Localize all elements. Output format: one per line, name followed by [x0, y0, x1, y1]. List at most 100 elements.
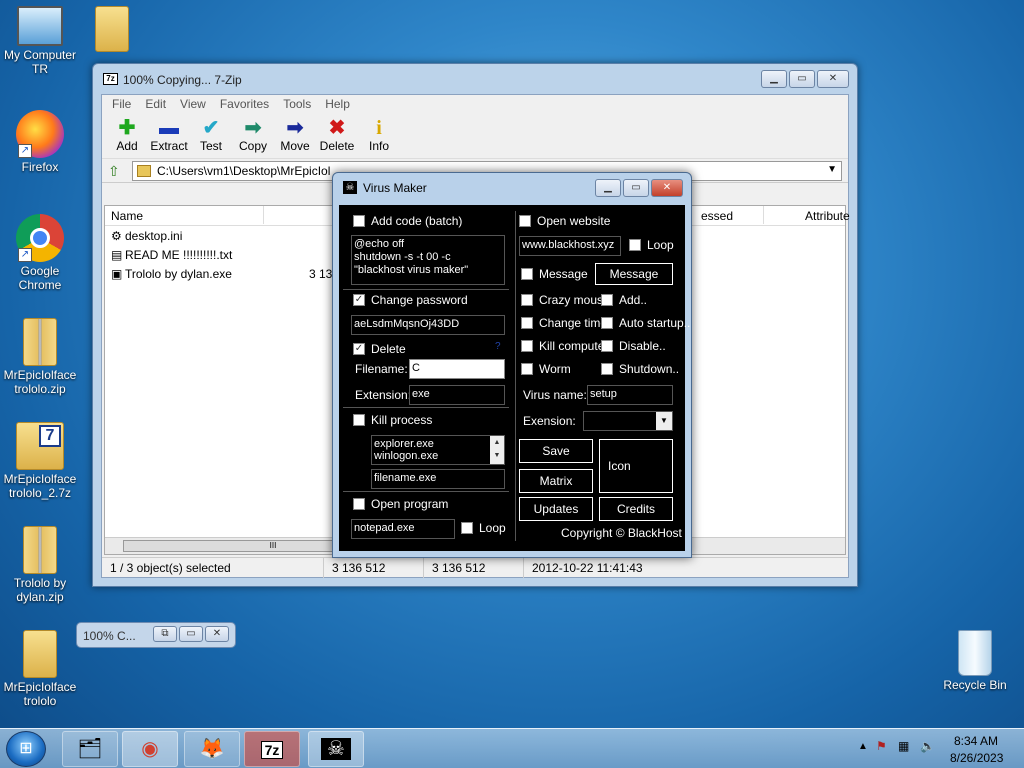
- add-checkbox[interactable]: [601, 294, 613, 306]
- menu-view[interactable]: View: [174, 95, 214, 113]
- window-title: Virus Maker: [363, 181, 427, 195]
- kill-filename-input[interactable]: filename.exe: [371, 469, 505, 489]
- volume-icon[interactable]: 🔈: [920, 739, 935, 753]
- desktop-icon-folder-trololo[interactable]: MrEpicIolface trololo: [0, 630, 80, 708]
- process-list[interactable]: explorer.exe winlogon.exe ▲ ▼: [371, 435, 505, 465]
- add-code-checkbox[interactable]: [353, 215, 365, 227]
- dropdown-icon[interactable]: ▼: [827, 164, 837, 175]
- title-bar[interactable]: 7z 100% Copying... 7-Zip ▁ ▭ ✕: [93, 64, 857, 94]
- extension-input[interactable]: exe: [409, 385, 505, 405]
- auto-startup-label: Auto startup..: [619, 316, 691, 330]
- kill-process-checkbox[interactable]: [353, 414, 365, 426]
- shutdown-checkbox[interactable]: [601, 363, 613, 375]
- test-button[interactable]: ✔ Test: [190, 113, 232, 158]
- network-icon[interactable]: ▦: [898, 739, 909, 753]
- column-name[interactable]: Name: [111, 209, 143, 223]
- taskbar-explorer[interactable]: 🗂: [62, 731, 118, 767]
- up-folder-icon[interactable]: ⇧: [108, 163, 120, 180]
- delete-checkbox[interactable]: ✓: [353, 343, 365, 355]
- maximize-button[interactable]: ▭: [789, 70, 815, 88]
- virus-name-input[interactable]: setup: [587, 385, 673, 405]
- minimize-button[interactable]: ▁: [595, 179, 621, 197]
- extract-label: Extract: [150, 139, 188, 153]
- menu-favorites[interactable]: Favorites: [214, 95, 277, 113]
- desktop-icon-zip-dylan[interactable]: Trololo by dylan.zip: [0, 526, 80, 604]
- desktop-icon-7z-trololo[interactable]: 7 MrEpicIolface trololo_2.7z: [0, 422, 80, 500]
- maximize-button[interactable]: ▭: [623, 179, 649, 197]
- desktop-icon-folder-top[interactable]: [72, 6, 152, 54]
- program-loop-checkbox[interactable]: [461, 522, 473, 534]
- column-packed[interactable]: essed: [701, 209, 733, 223]
- add-button[interactable]: ✚ Add: [106, 113, 148, 158]
- minimize-button[interactable]: ▁: [761, 70, 787, 88]
- info-icon: i: [376, 117, 382, 139]
- filename-label: Filename:: [355, 362, 408, 376]
- clock-time[interactable]: 8:34 AM: [954, 734, 998, 748]
- menu-edit[interactable]: Edit: [139, 95, 174, 113]
- virus-name-label: Virus name:: [523, 388, 587, 402]
- taskbar-chrome[interactable]: ◉: [122, 731, 178, 767]
- password-input[interactable]: aeLsdmMqsnOj43DD: [351, 315, 505, 335]
- open-program-checkbox[interactable]: [353, 498, 365, 510]
- filename-input[interactable]: C: [409, 359, 505, 379]
- message-button[interactable]: Message: [595, 263, 673, 285]
- info-button[interactable]: i Info: [358, 113, 400, 158]
- close-button[interactable]: ✕: [817, 70, 849, 88]
- taskbar-virus-maker[interactable]: ☠: [308, 731, 364, 767]
- worm-checkbox[interactable]: [521, 363, 533, 375]
- copy-button[interactable]: ➡ Copy: [232, 113, 274, 158]
- icon-button[interactable]: Icon: [599, 439, 673, 493]
- list-item[interactable]: explorer.exe: [374, 438, 488, 450]
- menu-tools[interactable]: Tools: [277, 95, 319, 113]
- start-button[interactable]: ⊞: [6, 731, 46, 767]
- batch-code-textarea[interactable]: @echo off shutdown -s -t 00 -c "blackhos…: [351, 235, 505, 285]
- extract-button[interactable]: ▬ Extract: [148, 113, 190, 158]
- disable-checkbox[interactable]: [601, 340, 613, 352]
- desktop-icon-my-computer[interactable]: My Computer TR: [0, 6, 80, 76]
- desktop-icon-label: MrEpicIolface trololo_2.7z: [3, 472, 77, 500]
- action-center-icon[interactable]: ⚑: [876, 739, 887, 753]
- list-scrollbar[interactable]: ▲ ▼: [490, 436, 504, 464]
- desktop-icon-zip-trololo[interactable]: MrEpicIolface trololo.zip: [0, 318, 80, 396]
- message-checkbox[interactable]: [521, 268, 533, 280]
- desktop-icon-recycle-bin[interactable]: Recycle Bin: [935, 630, 1015, 692]
- 7z-archive-icon: 7: [16, 422, 64, 470]
- close-button[interactable]: ✕: [205, 626, 229, 642]
- updates-button[interactable]: Updates: [519, 497, 593, 521]
- crazy-mouse-checkbox[interactable]: [521, 294, 533, 306]
- save-button[interactable]: Save: [519, 439, 593, 463]
- change-time-checkbox[interactable]: [521, 317, 533, 329]
- show-hidden-icons-icon[interactable]: ▲: [858, 741, 868, 752]
- title-bar[interactable]: ☠ Virus Maker ▁ ▭ ✕: [333, 173, 691, 203]
- move-button[interactable]: ➡ Move: [274, 113, 316, 158]
- desktop-icon-chrome[interactable]: ↗ Google Chrome: [0, 214, 80, 292]
- column-attributes[interactable]: Attribute: [805, 209, 850, 223]
- copy-progress-mini-window[interactable]: 100% C... ⧉ ▭ ✕: [76, 622, 236, 648]
- program-input[interactable]: notepad.exe: [351, 519, 455, 539]
- close-button[interactable]: ✕: [651, 179, 683, 197]
- list-item[interactable]: winlogon.exe: [374, 450, 488, 462]
- website-loop-checkbox[interactable]: [629, 239, 641, 251]
- website-input[interactable]: www.blackhost.xyz: [519, 236, 621, 256]
- menu-help[interactable]: Help: [319, 95, 358, 113]
- taskbar-7zip[interactable]: 7z: [244, 731, 300, 767]
- auto-startup-checkbox[interactable]: [601, 317, 613, 329]
- desktop-icon-label: Recycle Bin: [943, 678, 1007, 692]
- matrix-button[interactable]: Matrix: [519, 469, 593, 493]
- virus-maker-body: Add code (batch) @echo off shutdown -s -…: [339, 205, 690, 551]
- delete-help-link[interactable]: ?: [495, 341, 501, 352]
- maximize-button[interactable]: ▭: [179, 626, 203, 642]
- restore-button[interactable]: ⧉: [153, 626, 177, 642]
- kill-computer-checkbox[interactable]: [521, 340, 533, 352]
- menu-file[interactable]: File: [106, 95, 139, 113]
- desktop-icon-label: Google Chrome: [18, 264, 62, 292]
- desktop-icon-firefox[interactable]: ↗ Firefox: [0, 110, 80, 174]
- extension-label: Extension:: [355, 388, 412, 402]
- delete-button[interactable]: ✖ Delete: [316, 113, 358, 158]
- credits-button[interactable]: Credits: [599, 497, 673, 521]
- taskbar-firefox[interactable]: 🦊: [184, 731, 240, 767]
- clock-date[interactable]: 8/26/2023: [950, 751, 1003, 765]
- exension-select[interactable]: ▼: [583, 411, 673, 431]
- open-website-checkbox[interactable]: [519, 215, 531, 227]
- change-password-checkbox[interactable]: ✓: [353, 294, 365, 306]
